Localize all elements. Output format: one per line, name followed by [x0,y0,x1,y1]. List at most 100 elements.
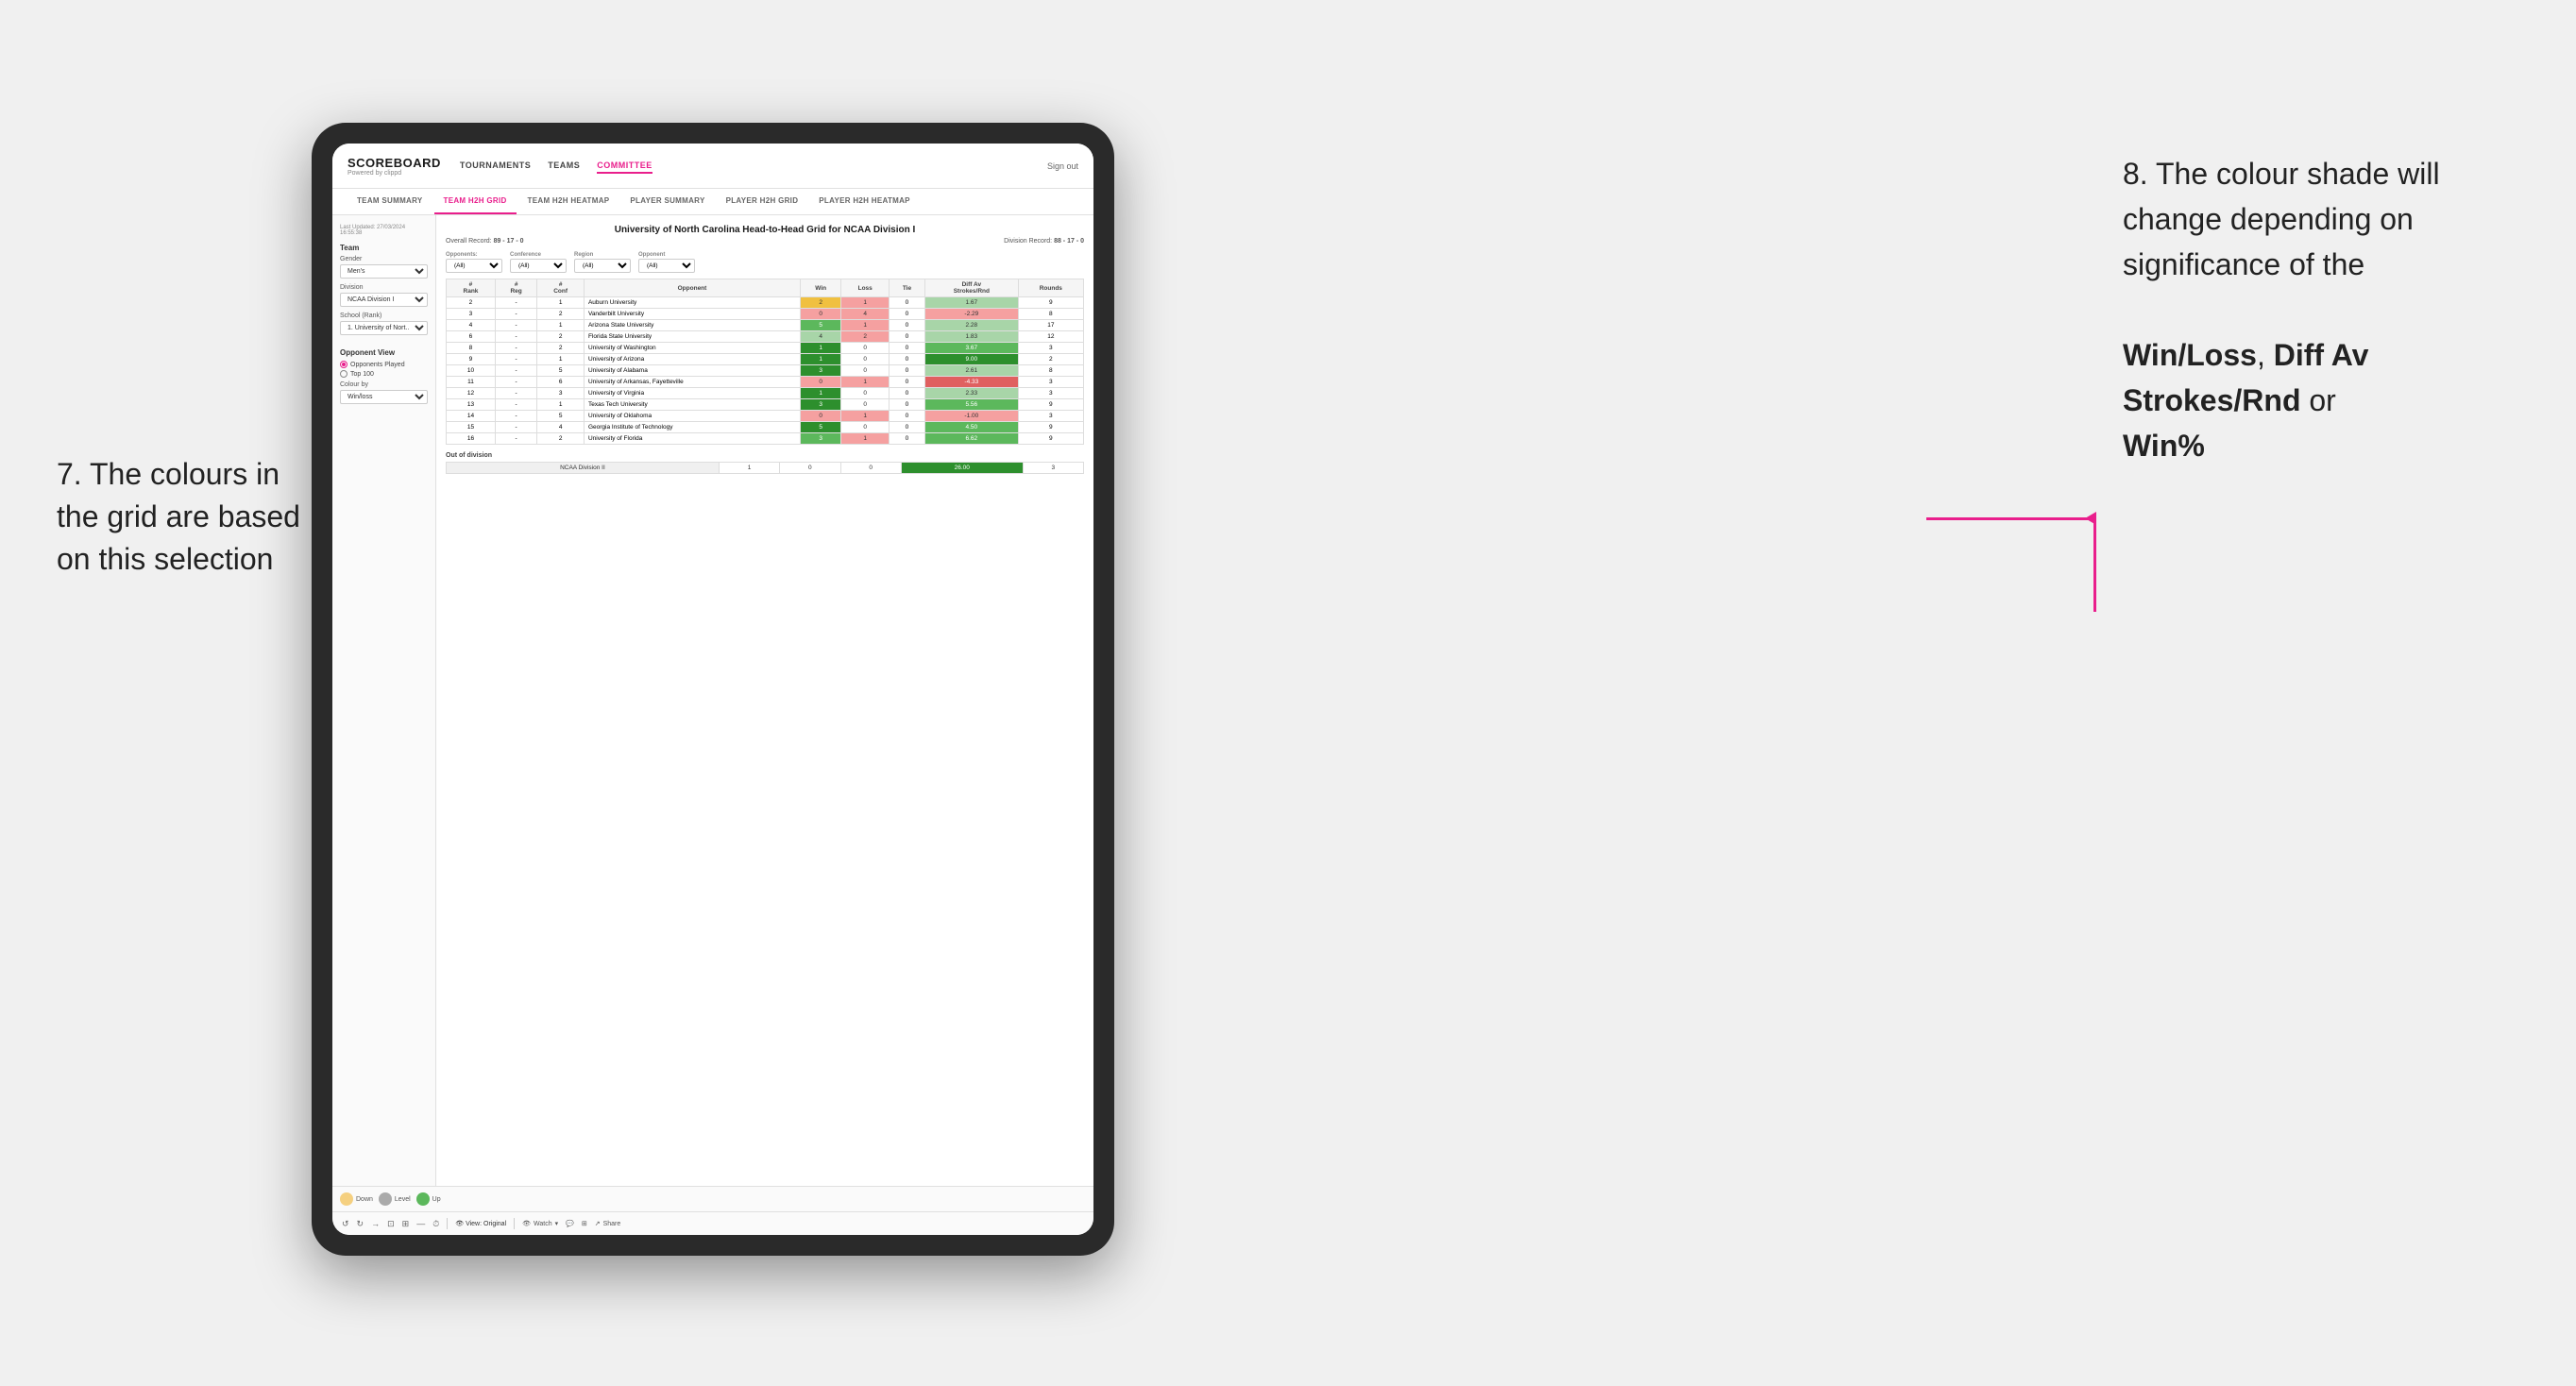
cell-loss: 0 [841,365,889,377]
subnav-team-h2h-heatmap[interactable]: TEAM H2H HEATMAP [518,189,619,214]
undo-btn[interactable]: ↺ [342,1219,349,1229]
table-row: 4 - 1 Arizona State University 5 1 0 2.2… [447,320,1084,331]
view-icon: 👁 [455,1221,464,1227]
school-select[interactable]: 1. University of Nort... [340,321,428,335]
sign-out-link[interactable]: Sign out [1047,161,1078,171]
annotation-right: 8. The colour shade will change dependin… [2123,151,2519,468]
cell-loss: 1 [841,377,889,388]
cell-opponent: Vanderbilt University [584,309,800,320]
radio-top-100[interactable]: Top 100 [340,370,428,378]
legend-up-label: Up [432,1196,441,1203]
cell-conf: 2 [537,309,585,320]
cell-reg: - [495,422,536,433]
dash-btn[interactable]: — [416,1219,425,1228]
out-of-division-table: NCAA Division II 1 0 0 26.00 3 [446,462,1084,474]
radio-opponents-played[interactable]: Opponents Played [340,361,428,368]
cell-rounds: 3 [1018,411,1083,422]
colour-by-select[interactable]: Win/loss [340,390,428,404]
cell-reg: - [495,354,536,365]
subnav-team-h2h-grid[interactable]: TEAM H2H GRID [434,189,517,214]
cell-rank: 10 [447,365,496,377]
redo-btn[interactable]: ↻ [357,1219,364,1229]
cell-reg: - [495,433,536,445]
cell-conf: 1 [537,354,585,365]
cell-opponent: Texas Tech University [584,399,800,411]
cell-tie: 0 [889,309,924,320]
table-row: 6 - 2 Florida State University 4 2 0 1.8… [447,331,1084,343]
cell-conf: 1 [537,399,585,411]
cell-conf: 5 [537,411,585,422]
sidebar-division-label: Division [340,284,428,291]
grid-view-icon: ⊞ [582,1220,587,1227]
legend: Down Level Up [332,1186,1093,1211]
subnav-team-summary[interactable]: TEAM SUMMARY [347,189,432,214]
cell-reg: - [495,377,536,388]
cell-rounds: 8 [1018,309,1083,320]
opponent-filter-select[interactable]: (All) [638,259,695,273]
overall-record: Overall Record: 89 - 17 - 0 [446,238,524,245]
watch-icon: 👁 [522,1220,531,1227]
legend-down-dot [340,1192,353,1206]
subnav-player-summary[interactable]: PLAYER SUMMARY [620,189,714,214]
cell-diff: 1.83 [925,331,1019,343]
cell-reg: - [495,388,536,399]
toolbar-sep-1 [447,1218,448,1229]
subnav-player-h2h-grid[interactable]: PLAYER H2H GRID [717,189,808,214]
ood-tie: 0 [840,463,901,474]
table-row: 9 - 1 University of Arizona 1 0 0 9.00 2 [447,354,1084,365]
gender-select[interactable]: Men's [340,264,428,279]
division-select[interactable]: NCAA Division I [340,293,428,307]
cell-rank: 15 [447,422,496,433]
cell-reg: - [495,365,536,377]
subnav-player-h2h-heatmap[interactable]: PLAYER H2H HEATMAP [809,189,920,214]
legend-down-label: Down [356,1196,373,1203]
cell-tie: 0 [889,354,924,365]
col-win: Win [800,279,841,297]
cell-rank: 14 [447,411,496,422]
cell-rounds: 12 [1018,331,1083,343]
opponents-filter-select[interactable]: (All) [446,259,502,273]
cell-tie: 0 [889,365,924,377]
sidebar-gender-label: Gender [340,256,428,262]
cell-rank: 11 [447,377,496,388]
cell-rank: 13 [447,399,496,411]
cell-tie: 0 [889,377,924,388]
grid-view-btn[interactable]: ⊞ [582,1220,587,1227]
nav-tournaments[interactable]: TOURNAMENTS [460,159,531,174]
cell-rounds: 3 [1018,343,1083,354]
cell-rank: 2 [447,297,496,309]
cell-rank: 3 [447,309,496,320]
cell-loss: 1 [841,320,889,331]
col-rounds: Rounds [1018,279,1083,297]
table-row: 3 - 2 Vanderbilt University 0 4 0 -2.29 … [447,309,1084,320]
nav-teams[interactable]: TEAMS [548,159,580,174]
region-filter-select[interactable]: (All) [574,259,631,273]
crop-btn[interactable]: ⊡ [387,1219,395,1229]
cell-opponent: University of Virginia [584,388,800,399]
cell-win: 3 [800,365,841,377]
cell-win: 3 [800,433,841,445]
cell-diff: 6.62 [925,433,1019,445]
cell-loss: 0 [841,354,889,365]
watch-btn[interactable]: 👁 Watch ▾ [522,1220,558,1227]
comment-btn[interactable]: 💬 [566,1220,574,1227]
forward-btn[interactable]: → [371,1219,380,1228]
cell-win: 0 [800,411,841,422]
cell-tie: 0 [889,411,924,422]
table-row: 10 - 5 University of Alabama 3 0 0 2.61 … [447,365,1084,377]
grid-btn[interactable]: ⊞ [402,1219,410,1229]
clock-btn[interactable]: ⏱ [432,1219,439,1229]
tablet-frame: SCOREBOARD Powered by clippd TOURNAMENTS… [312,123,1114,1256]
sidebar-team-label: Team [340,244,428,252]
nav-committee[interactable]: COMMITTEE [597,159,652,174]
cell-conf: 4 [537,422,585,433]
conference-filter-select[interactable]: (All) [510,259,567,273]
logo-text: SCOREBOARD [347,156,441,170]
radio-dot-opponents-played [340,361,347,368]
share-btn[interactable]: ↗ Share [595,1220,621,1227]
col-rank: #Rank [447,279,496,297]
cell-tie: 0 [889,388,924,399]
table-row: 11 - 6 University of Arkansas, Fayettevi… [447,377,1084,388]
cell-diff: 9.00 [925,354,1019,365]
cell-diff: 5.56 [925,399,1019,411]
